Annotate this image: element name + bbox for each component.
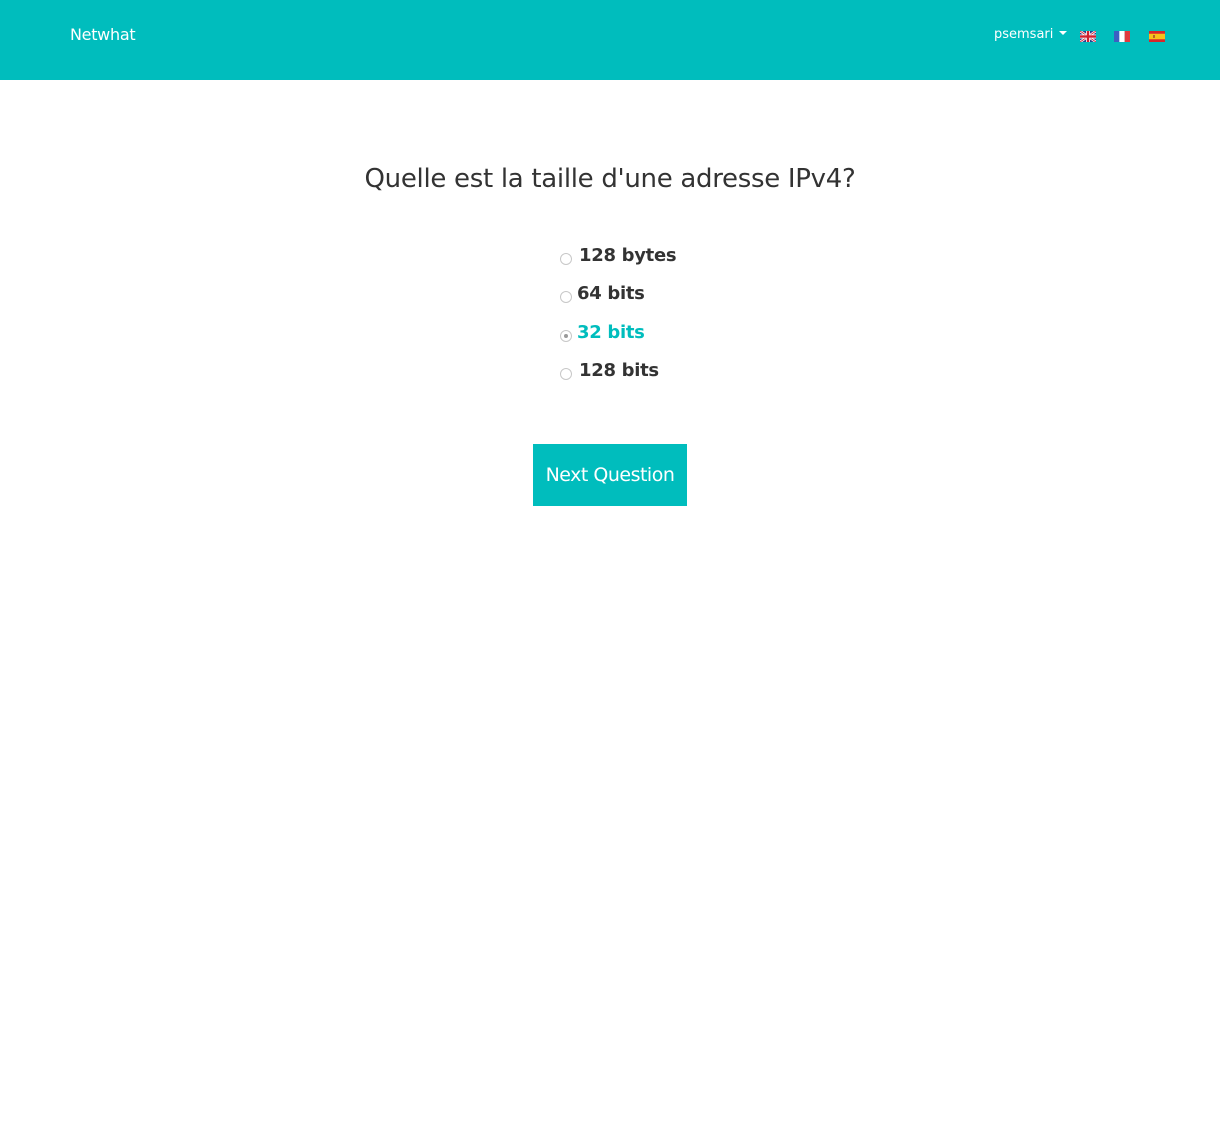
answer-option[interactable]: 128 bits (560, 360, 659, 381)
user-dropdown[interactable]: psemsari (994, 27, 1068, 42)
answer-label: 128 bytes (579, 245, 677, 266)
radio-button[interactable] (560, 367, 572, 380)
answer-label-selected: 32 bits (577, 322, 645, 343)
flag-spain-icon[interactable] (1149, 31, 1165, 42)
caret-down-icon (1059, 30, 1068, 35)
top-navbar: Netwhat psemsari (0, 0, 1220, 80)
radio-button[interactable] (560, 290, 572, 303)
answer-label: 128 bits (579, 360, 659, 381)
radio-button[interactable] (560, 252, 572, 265)
flag-france-icon[interactable] (1114, 31, 1130, 42)
question-title: Quelle est la taille d'une adresse IPv4? (364, 164, 856, 194)
radio-button-checked[interactable] (560, 329, 572, 342)
flag-uk-icon[interactable] (1080, 31, 1096, 42)
brand-link[interactable]: Netwhat (70, 25, 136, 44)
answer-option-selected[interactable]: 32 bits (560, 322, 645, 343)
answer-label: 64 bits (577, 283, 645, 304)
username-label: psemsari (994, 27, 1054, 42)
answer-option[interactable]: 128 bytes (560, 245, 677, 266)
answer-option[interactable]: 64 bits (560, 283, 645, 304)
next-question-button[interactable]: Next Question (533, 444, 687, 506)
